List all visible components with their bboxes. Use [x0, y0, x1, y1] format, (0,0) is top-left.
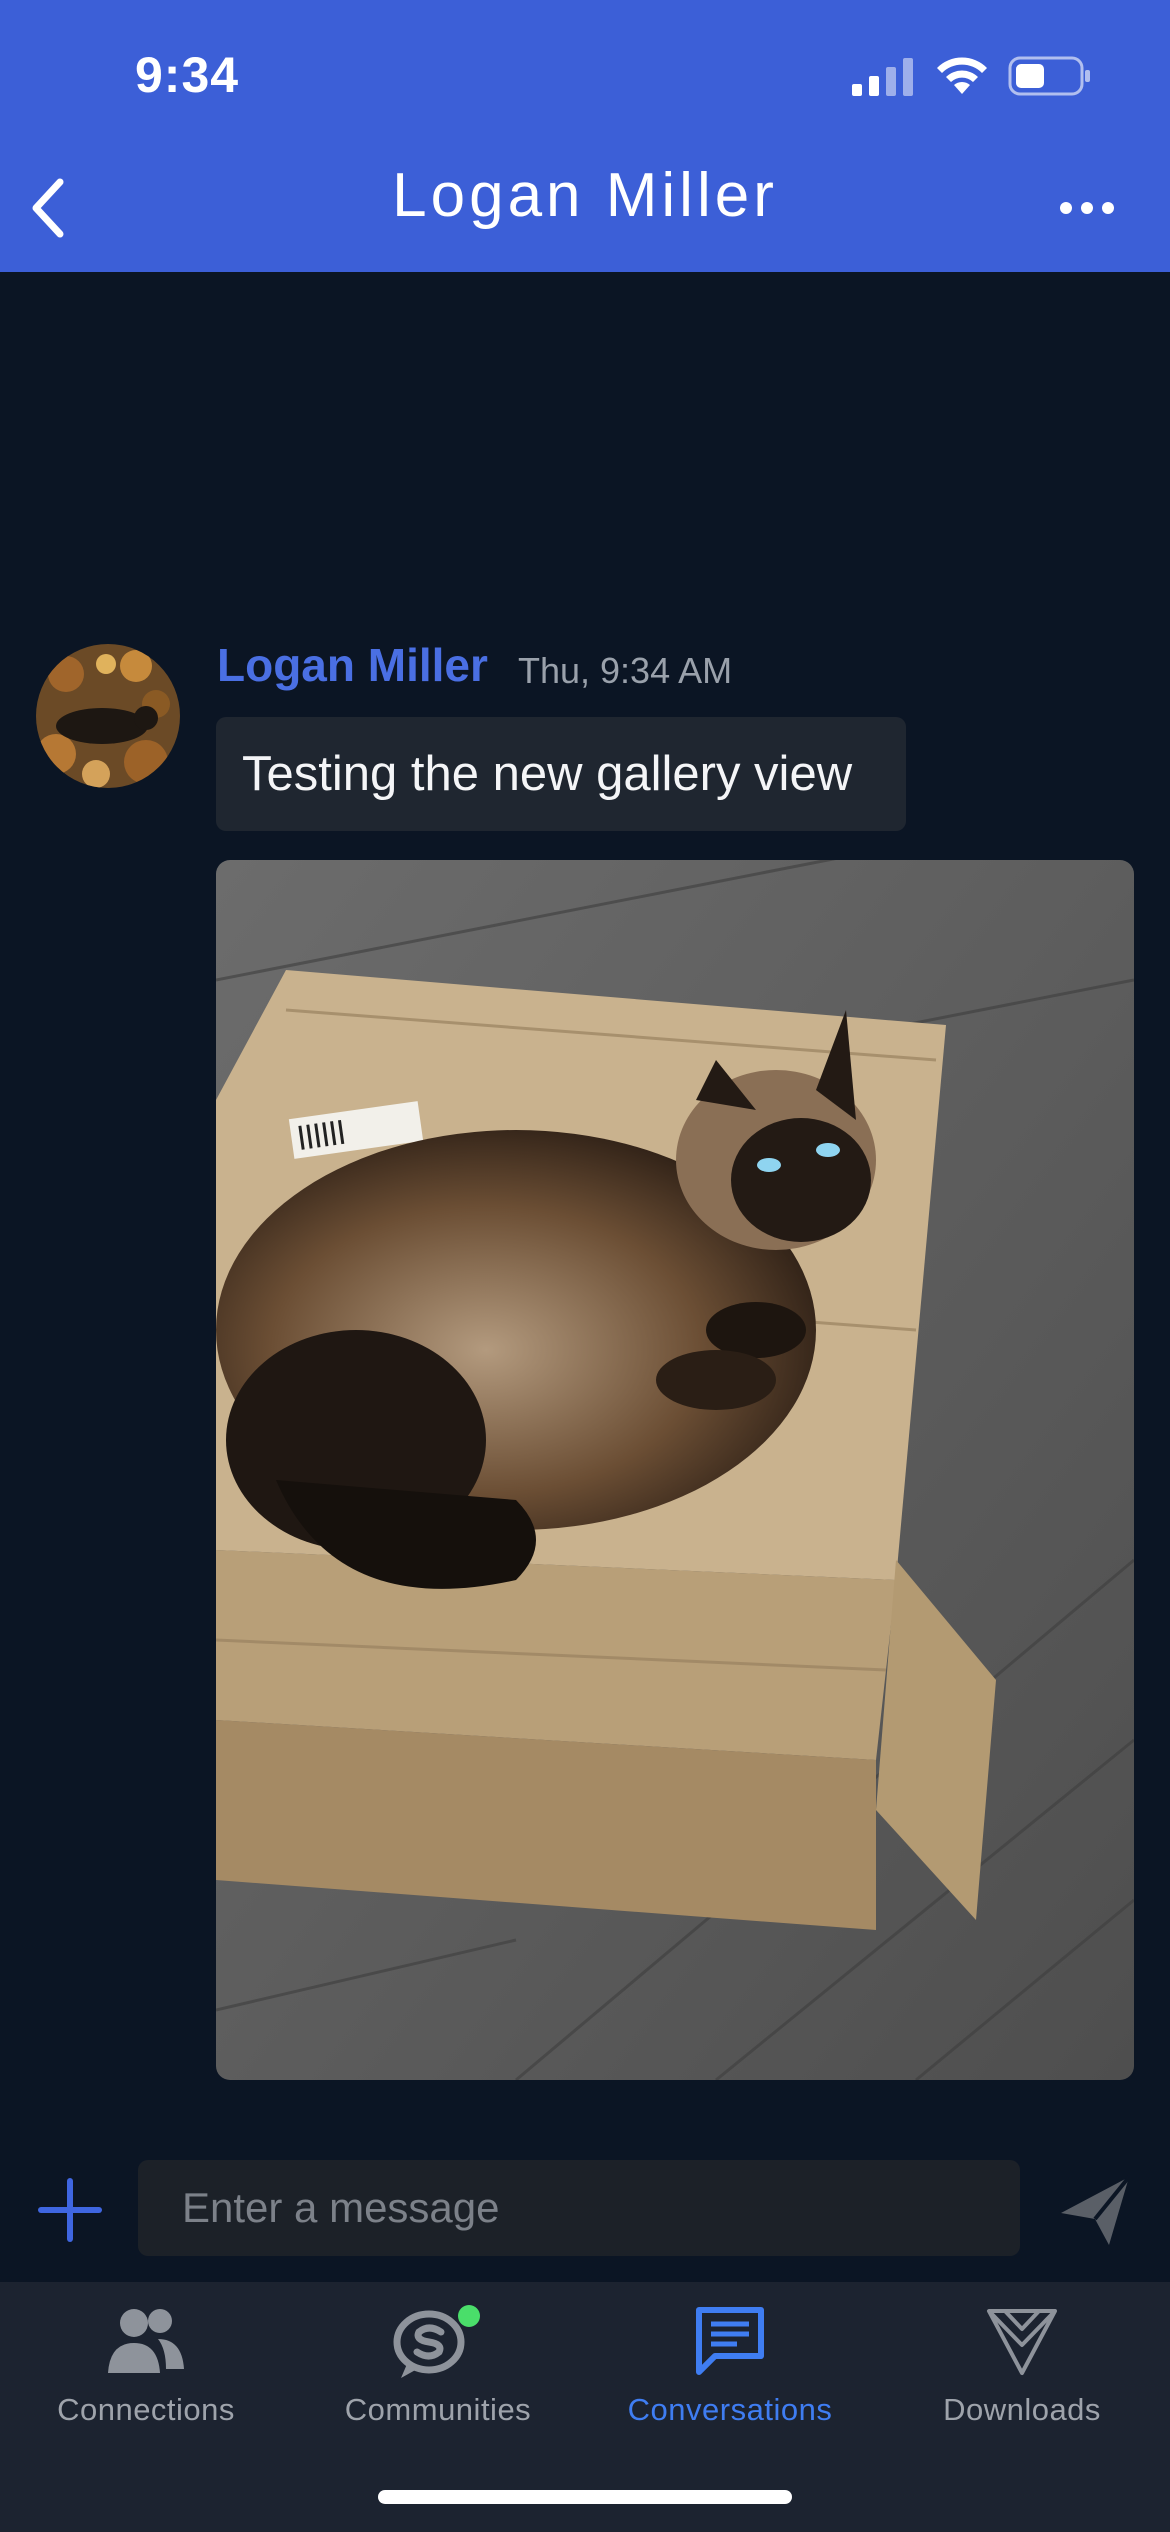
tab-label: Connections [57, 2392, 235, 2427]
avatar-image [36, 644, 180, 788]
status-time: 9:34 [135, 47, 240, 103]
downloads-icon [987, 2309, 1057, 2375]
wifi-icon [937, 57, 987, 94]
plus-icon [38, 2178, 102, 2242]
avatar[interactable] [36, 644, 180, 788]
add-attachment-button[interactable] [30, 2170, 110, 2250]
conversation-title: Logan Miller [392, 161, 778, 230]
sender-name[interactable]: Logan Miller [217, 638, 488, 692]
tab-connections[interactable]: Connections [0, 2282, 292, 2442]
send-icon [1061, 2175, 1131, 2245]
tab-label: Communities [344, 2392, 532, 2427]
image-attachment[interactable] [216, 860, 1134, 2080]
communities-icon [393, 2305, 480, 2378]
tab-communities[interactable]: Communities [292, 2282, 584, 2442]
chat-icon [696, 2307, 764, 2375]
tab-downloads[interactable]: Downloads [876, 2282, 1168, 2442]
send-button[interactable] [1050, 2166, 1140, 2256]
message-timestamp: Thu, 9:34 AM [518, 650, 733, 691]
chevron-left-icon [32, 178, 64, 238]
message-bubble[interactable]: Testing the new gallery view [216, 717, 906, 831]
tab-label: Conversations [627, 2392, 833, 2427]
top-bar: 9:34 Logan Miller [0, 0, 1170, 272]
people-icon [108, 2309, 184, 2373]
tab-conversations[interactable]: Conversations [584, 2282, 876, 2442]
cellular-signal-icon [852, 58, 913, 96]
message-text: Testing the new gallery view [242, 747, 853, 801]
battery-icon [1008, 56, 1090, 96]
more-icon [1060, 202, 1114, 214]
home-indicator [378, 2490, 792, 2504]
back-button[interactable] [18, 168, 78, 248]
message-input[interactable] [138, 2160, 1020, 2256]
tab-label: Downloads [943, 2392, 1101, 2427]
photo-icon [216, 860, 1134, 2080]
more-options-button[interactable] [1052, 186, 1122, 230]
